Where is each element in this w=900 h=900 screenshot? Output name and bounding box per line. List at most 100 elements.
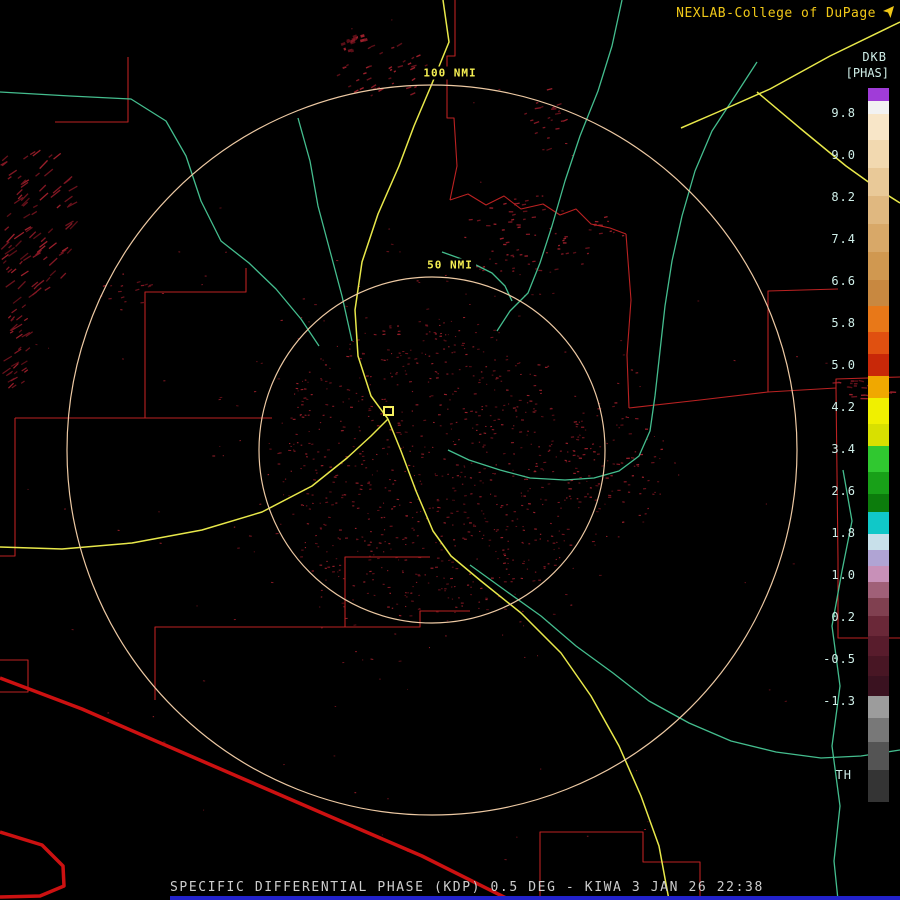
radar-echo <box>630 369 634 371</box>
radar-echo <box>465 365 468 368</box>
radar-echo <box>49 270 57 277</box>
radar-echo <box>470 410 474 412</box>
radar-echo <box>329 466 332 468</box>
radar-echo <box>522 218 526 221</box>
radar-echo <box>678 474 680 476</box>
radar-echo <box>505 568 508 570</box>
radar-echo <box>533 471 537 473</box>
radar-echo <box>300 388 304 391</box>
colorbar-tick: -0.5 <box>823 652 856 666</box>
radar-echo <box>485 521 489 523</box>
radar-echo <box>532 260 536 263</box>
radar-echo <box>8 169 18 177</box>
radar-echo <box>355 78 360 82</box>
radar-echo <box>462 537 465 539</box>
radar-echo <box>219 396 223 399</box>
radar-echo <box>542 503 544 506</box>
radar-echo <box>496 529 499 531</box>
radar-echo <box>341 494 344 496</box>
radar-echo <box>625 416 628 418</box>
radar-echo <box>623 481 627 483</box>
radar-echo <box>564 351 567 353</box>
radar-echo <box>544 366 548 369</box>
radar-echo <box>526 402 529 404</box>
radar-echo <box>578 457 582 459</box>
radar-echo <box>606 535 608 538</box>
radar-echo <box>423 419 427 422</box>
radar-echo <box>402 59 406 63</box>
colorbar-segment <box>868 252 889 280</box>
radar-echo <box>325 497 328 499</box>
radar-echo <box>411 64 417 68</box>
radar-echo <box>301 404 304 406</box>
radar-echo <box>482 266 486 268</box>
radar-echo <box>417 521 420 523</box>
colorbar-segment <box>868 718 889 742</box>
radar-echo <box>381 566 383 569</box>
colorbar-segment <box>868 332 889 354</box>
radar-echo <box>446 620 449 622</box>
radar-echo <box>319 422 322 424</box>
radar-echo <box>516 518 519 520</box>
radar-echo <box>25 347 31 352</box>
radar-echo <box>326 449 330 451</box>
radar-echo <box>355 651 358 653</box>
county-boundary-line <box>625 233 632 409</box>
radar-echo <box>551 440 554 442</box>
brand-text: NEXLAB-College of DuPage <box>676 6 876 21</box>
radar-echo <box>295 433 298 436</box>
radar-echo <box>314 304 317 306</box>
radar-echo <box>356 507 360 510</box>
radar-echo <box>505 514 508 516</box>
radar-echo <box>591 540 595 543</box>
colorbar <box>868 88 889 802</box>
radar-echo <box>440 560 444 562</box>
radar-echo <box>514 593 516 595</box>
radar-echo <box>467 531 471 533</box>
radar-echo <box>572 454 576 457</box>
radar-echo <box>513 198 517 200</box>
radar-echo <box>140 284 145 287</box>
radar-echo <box>337 537 339 539</box>
radar-echo <box>576 498 579 500</box>
radar-echo <box>461 605 464 607</box>
radar-echo <box>346 389 349 391</box>
radar-echo <box>542 148 545 151</box>
radar-echo <box>482 446 485 448</box>
radar-echo <box>506 355 509 357</box>
highway-layer <box>0 0 900 900</box>
radar-echo <box>535 463 538 465</box>
radar-echo <box>494 295 496 297</box>
radar-echo <box>421 547 425 549</box>
colorbar-segment <box>868 114 889 140</box>
radar-echo <box>500 424 504 426</box>
radar-echo <box>453 490 457 492</box>
radar-echo <box>312 458 315 460</box>
radar-echo <box>527 263 531 265</box>
radar-echo <box>495 464 497 466</box>
radar-echo <box>478 441 481 443</box>
radar-echo <box>626 457 630 459</box>
radar-echo <box>434 473 437 475</box>
radar-echo <box>340 41 346 46</box>
radar-echo <box>352 445 355 448</box>
radar-echo <box>569 544 573 546</box>
radar-echo <box>342 578 345 580</box>
radar-echo <box>402 571 404 574</box>
radar-echo <box>300 556 303 558</box>
radar-echo <box>461 342 465 345</box>
colorbar-tick: 7.4 <box>831 232 856 246</box>
radar-echo <box>485 451 488 453</box>
radar-echo <box>530 443 533 445</box>
radar-echo <box>514 365 517 367</box>
radar-echo <box>507 370 511 372</box>
radar-echo <box>163 380 166 382</box>
cursor-icon <box>883 6 894 18</box>
radar-echo <box>540 468 543 470</box>
radar-echo <box>3 355 13 362</box>
radar-echo <box>554 112 561 115</box>
radar-echo <box>414 358 418 360</box>
radar-echo <box>379 506 382 508</box>
radar-echo <box>382 333 386 336</box>
radar-echo <box>593 459 596 461</box>
